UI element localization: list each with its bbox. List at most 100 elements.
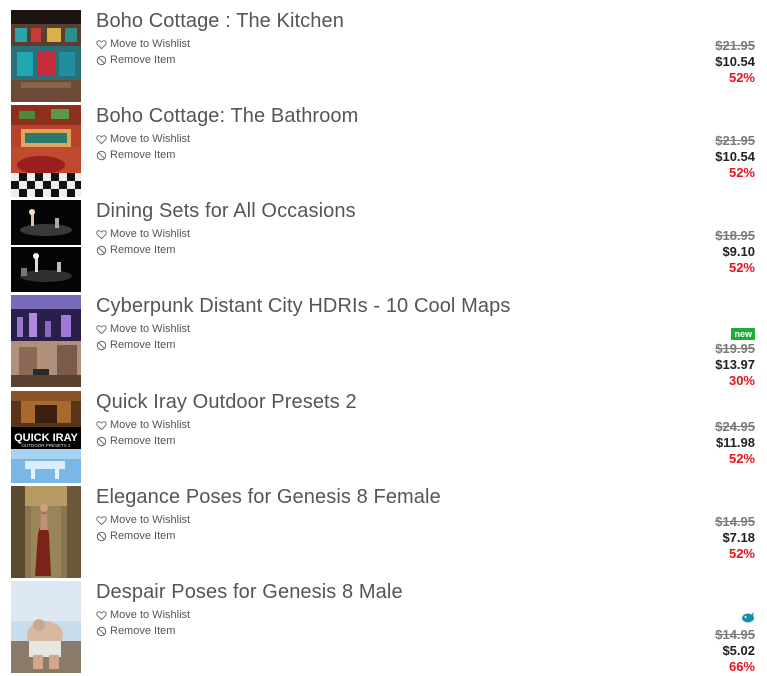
cart-item: Elegance Poses for Genesis 8 Female Move…	[0, 486, 767, 581]
move-to-wishlist-link[interactable]: Move to Wishlist	[96, 323, 190, 335]
product-title[interactable]: Quick Iray Outdoor Presets 2	[96, 391, 357, 414]
wishlist-label: Move to Wishlist	[110, 133, 191, 145]
remove-item-link[interactable]: Remove Item	[96, 435, 175, 447]
discount-percent: 52%	[728, 165, 755, 180]
discount-percent: 30%	[728, 373, 755, 388]
cart-item: Cyberpunk Distant City HDRIs - 10 Cool M…	[0, 295, 767, 390]
prohibited-icon	[96, 55, 107, 65]
price-block: $21.95 $10.54 52%	[635, 38, 755, 86]
cart-item: Despair Poses for Genesis 8 Male Move to…	[0, 581, 767, 676]
product-thumbnail[interactable]	[11, 10, 81, 102]
quick-iray-image: QUICK IRAY OUTDOOR PRESETS 2	[11, 391, 81, 483]
new-badge: new	[731, 328, 755, 340]
wishlist-label: Move to Wishlist	[110, 514, 191, 526]
product-title[interactable]: Elegance Poses for Genesis 8 Female	[96, 486, 441, 509]
heart-icon	[96, 229, 107, 239]
sale-price: $5.02	[722, 643, 755, 658]
original-price: $14.95	[715, 627, 755, 642]
prohibited-icon	[96, 626, 107, 636]
sale-price: $9.10	[722, 244, 755, 259]
move-to-wishlist-link[interactable]: Move to Wishlist	[96, 38, 190, 50]
remove-item-link[interactable]: Remove Item	[96, 244, 175, 256]
remove-label: Remove Item	[110, 435, 176, 447]
heart-icon	[96, 515, 107, 525]
price-block: $24.95 $11.98 52%	[635, 419, 755, 467]
remove-item-link[interactable]: Remove Item	[96, 54, 175, 66]
sale-price: $10.54	[715, 149, 755, 164]
move-to-wishlist-link[interactable]: Move to Wishlist	[96, 133, 190, 145]
price-block: $14.95 $5.02 66%	[635, 611, 755, 675]
original-price: $21.95	[715, 133, 755, 148]
wishlist-label: Move to Wishlist	[110, 419, 191, 431]
discount-percent: 52%	[728, 70, 755, 85]
product-title[interactable]: Dining Sets for All Occasions	[96, 200, 356, 223]
product-title[interactable]: Boho Cottage: The Bathroom	[96, 105, 358, 128]
cyberpunk-city-image	[11, 295, 81, 387]
original-price: $14.95	[715, 514, 755, 529]
heart-icon	[96, 134, 107, 144]
despair-poses-image	[11, 581, 81, 673]
sale-price: $7.18	[722, 530, 755, 545]
original-price: $24.95	[715, 419, 755, 434]
kitchen-image	[11, 10, 81, 102]
remove-label: Remove Item	[110, 54, 176, 66]
remove-label: Remove Item	[110, 244, 176, 256]
product-thumbnail[interactable]: QUICK IRAY OUTDOOR PRESETS 2	[11, 391, 81, 483]
prohibited-icon	[96, 436, 107, 446]
price-block: $14.95 $7.18 52%	[635, 514, 755, 562]
cart-item: Boho Cottage : The Kitchen Move to Wishl…	[0, 10, 767, 105]
bathroom-image	[11, 105, 81, 197]
sale-price: $10.54	[715, 54, 755, 69]
wishlist-label: Move to Wishlist	[110, 38, 191, 50]
heart-icon	[96, 610, 107, 620]
product-title[interactable]: Despair Poses for Genesis 8 Male	[96, 581, 403, 604]
price-block: $21.95 $10.54 52%	[635, 133, 755, 181]
remove-label: Remove Item	[110, 149, 176, 161]
blue-creature-icon	[742, 612, 754, 623]
prohibited-icon	[96, 340, 107, 350]
product-thumbnail[interactable]	[11, 486, 81, 578]
product-thumbnail[interactable]	[11, 581, 81, 673]
remove-item-link[interactable]: Remove Item	[96, 625, 175, 637]
prohibited-icon	[96, 150, 107, 160]
price-block: $18.95 $9.10 52%	[635, 228, 755, 276]
wishlist-label: Move to Wishlist	[110, 228, 191, 240]
prohibited-icon	[96, 245, 107, 255]
remove-label: Remove Item	[110, 625, 176, 637]
discount-percent: 66%	[728, 659, 755, 674]
remove-label: Remove Item	[110, 530, 176, 542]
product-title[interactable]: Boho Cottage : The Kitchen	[96, 10, 344, 33]
move-to-wishlist-link[interactable]: Move to Wishlist	[96, 609, 190, 621]
remove-item-link[interactable]: Remove Item	[96, 149, 175, 161]
remove-item-link[interactable]: Remove Item	[96, 530, 175, 542]
product-title[interactable]: Cyberpunk Distant City HDRIs - 10 Cool M…	[96, 295, 510, 318]
cart-item: Boho Cottage: The Bathroom Move to Wishl…	[0, 105, 767, 200]
move-to-wishlist-link[interactable]: Move to Wishlist	[96, 228, 190, 240]
remove-item-link[interactable]: Remove Item	[96, 339, 175, 351]
move-to-wishlist-link[interactable]: Move to Wishlist	[96, 514, 190, 526]
move-to-wishlist-link[interactable]: Move to Wishlist	[96, 419, 190, 431]
product-thumbnail[interactable]	[11, 295, 81, 387]
discount-percent: 52%	[728, 260, 755, 275]
discount-percent: 52%	[728, 451, 755, 466]
price-block: new $19.95 $13.97 30%	[635, 326, 755, 389]
original-price: $18.95	[715, 228, 755, 243]
thumb-subtitle-text: OUTDOOR PRESETS 2	[21, 443, 71, 448]
wishlist-label: Move to Wishlist	[110, 323, 191, 335]
original-price: $21.95	[715, 38, 755, 53]
heart-icon	[96, 420, 107, 430]
elegance-poses-image	[11, 486, 81, 578]
cart-item: Dining Sets for All Occasions Move to Wi…	[0, 200, 767, 295]
original-price: $19.95	[715, 341, 755, 356]
cart-list: Boho Cottage : The Kitchen Move to Wishl…	[0, 0, 767, 676]
product-thumbnail[interactable]	[11, 105, 81, 197]
sale-price: $11.98	[715, 435, 755, 450]
prohibited-icon	[96, 531, 107, 541]
cart-item: QUICK IRAY OUTDOOR PRESETS 2 Quick Iray …	[0, 391, 767, 486]
product-thumbnail[interactable]	[11, 200, 81, 292]
heart-icon	[96, 324, 107, 334]
sale-price: $13.97	[715, 357, 755, 372]
dining-sets-image	[11, 200, 81, 292]
heart-icon	[96, 39, 107, 49]
discount-percent: 52%	[728, 546, 755, 561]
